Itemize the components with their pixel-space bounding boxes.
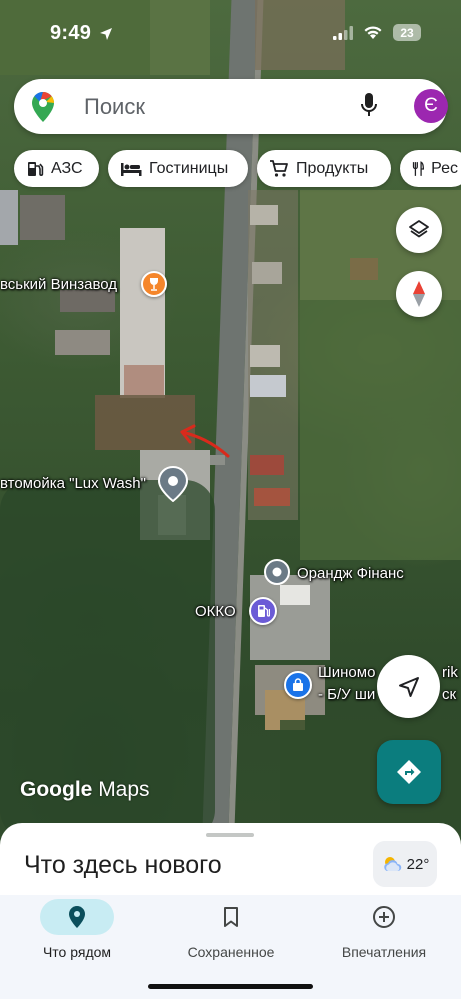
weather-temperature: 22° <box>406 855 430 873</box>
wifi-icon <box>364 26 382 39</box>
field-top-mid <box>150 0 210 75</box>
finance-label[interactable]: Орандж Фінанс <box>297 565 404 582</box>
account-avatar[interactable]: Є <box>414 89 448 123</box>
roof-3 <box>250 345 280 367</box>
search-bar[interactable]: Поиск Є <box>14 79 448 134</box>
warehouse-end <box>124 365 164 395</box>
building-top-left <box>0 190 18 245</box>
nav-saved[interactable]: Сохраненное <box>154 895 308 975</box>
sheet-title: Что здесь нового <box>24 851 222 879</box>
nav-explore[interactable]: Что рядом <box>0 895 154 975</box>
gas-station-marker[interactable] <box>249 597 277 625</box>
navigation-arrow-icon <box>398 676 419 697</box>
winery-label[interactable]: вський Винзавод <box>0 276 117 293</box>
roof-red-1 <box>250 455 284 475</box>
weather-chip[interactable]: 22° <box>373 841 437 887</box>
tire-shop-label-line2-end[interactable]: ск <box>442 686 456 703</box>
roof-red-2 <box>254 488 290 506</box>
nav-icon-wrap <box>347 899 421 935</box>
tire-shop-label-line1-end[interactable]: rik <box>442 664 458 681</box>
google-maps-pin-icon <box>32 92 54 122</box>
chip-hotels[interactable]: Гостиницы <box>108 150 248 187</box>
layers-button[interactable] <box>396 207 442 253</box>
cellular-signal-icon <box>333 25 353 40</box>
chip-restaurants[interactable]: Рес <box>400 150 461 187</box>
partly-cloudy-icon <box>383 857 401 871</box>
chip-label: Рес <box>431 159 458 177</box>
status-icons: 23 <box>333 24 421 41</box>
roof-2 <box>252 262 282 284</box>
microphone-icon[interactable] <box>360 92 378 118</box>
winery-marker[interactable] <box>141 271 167 297</box>
car-wash-label[interactable]: втомойка "Lux Wash" <box>0 475 146 492</box>
roof-4 <box>250 375 286 397</box>
my-location-button[interactable] <box>377 655 440 718</box>
search-input[interactable]: Поиск <box>84 94 145 120</box>
chip-label: Гостиницы <box>149 159 229 177</box>
compass-button[interactable] <box>396 271 442 317</box>
google-maps-logo: Google Maps <box>20 778 150 801</box>
nav-contribute[interactable]: Впечатления <box>307 895 461 975</box>
nav-icon-wrap <box>194 899 268 935</box>
home-indicator[interactable] <box>148 984 313 989</box>
directions-button[interactable] <box>377 740 441 804</box>
nav-label: Что рядом <box>42 944 112 960</box>
location-arrow-icon <box>100 27 113 40</box>
status-time: 9:49 <box>50 22 113 45</box>
restaurant-icon <box>412 160 425 176</box>
layers-icon <box>409 220 429 238</box>
building-left <box>55 330 110 355</box>
directions-icon <box>397 760 421 784</box>
chip-label: Продукты <box>296 159 369 177</box>
cart-icon <box>270 159 288 177</box>
annotation-arrow <box>180 424 230 458</box>
compass-icon <box>413 281 425 307</box>
wine-glass-icon <box>150 278 158 291</box>
nav-label: Впечатления <box>341 944 427 960</box>
car-wash-pin-icon[interactable] <box>158 466 188 502</box>
location-pin-icon <box>69 906 85 928</box>
add-circle-icon <box>373 906 395 928</box>
finance-pin-icon[interactable] <box>263 558 291 590</box>
tire-shop-marker[interactable] <box>284 671 312 699</box>
field-right-lower <box>300 300 461 560</box>
battery-indicator: 23 <box>393 24 421 41</box>
nav-active-indicator <box>40 899 114 935</box>
chip-groceries[interactable]: Продукты <box>257 150 391 187</box>
chip-label: АЗС <box>51 159 83 177</box>
gas-station-label[interactable]: ОККО <box>195 603 236 620</box>
gas-station-icon <box>28 161 44 176</box>
pond <box>350 258 378 280</box>
houses-top-right <box>255 0 345 70</box>
shopping-bag-icon <box>293 678 303 691</box>
nav-label: Сохраненное <box>187 944 275 960</box>
tire-shop-label-line1[interactable]: Шиномо <box>318 664 375 681</box>
tire-shop-label-line2[interactable]: - Б/У ши <box>318 686 375 703</box>
bookmark-icon <box>224 906 238 927</box>
fuel-pump-icon <box>257 605 270 617</box>
parking <box>20 195 65 240</box>
sheet-drag-handle[interactable] <box>206 833 254 837</box>
bed-icon <box>121 162 142 176</box>
roof-1 <box>250 205 278 225</box>
chip-gas-stations[interactable]: АЗС <box>14 150 99 187</box>
building-left-2 <box>60 290 115 312</box>
